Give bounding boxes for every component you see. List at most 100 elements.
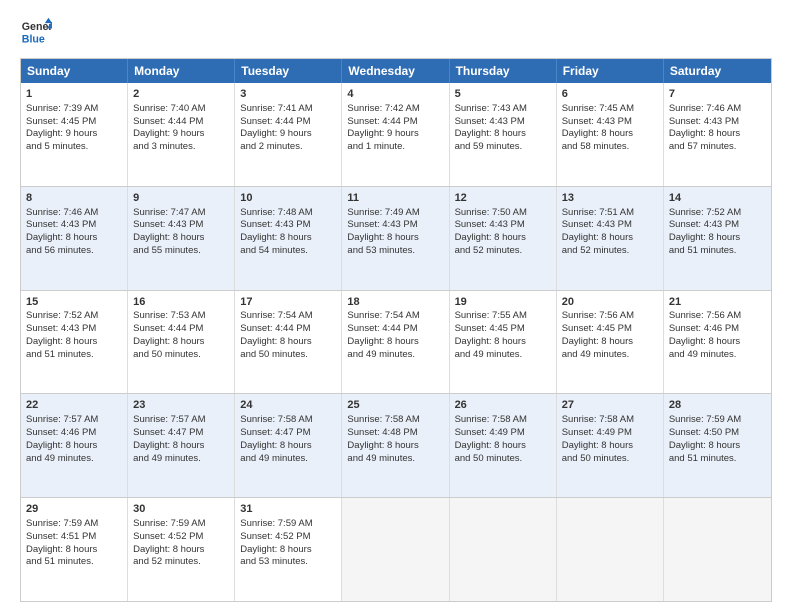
day-info-line: Sunset: 4:43 PM <box>26 323 122 336</box>
day-info-line: Sunrise: 7:54 AM <box>240 310 336 323</box>
day-info-line: Sunset: 4:44 PM <box>133 116 229 129</box>
day-info-line: Sunset: 4:44 PM <box>347 116 443 129</box>
day-info-line: Sunrise: 7:46 AM <box>669 103 766 116</box>
day-info-line: Sunset: 4:45 PM <box>562 323 658 336</box>
day-cell-28: 28Sunrise: 7:59 AMSunset: 4:50 PMDayligh… <box>664 394 771 497</box>
day-info-line: Sunrise: 7:52 AM <box>669 207 766 220</box>
day-cell-11: 11Sunrise: 7:49 AMSunset: 4:43 PMDayligh… <box>342 187 449 290</box>
day-info-line: Daylight: 8 hours <box>669 128 766 141</box>
day-cell-12: 12Sunrise: 7:50 AMSunset: 4:43 PMDayligh… <box>450 187 557 290</box>
day-info-line: and 57 minutes. <box>669 141 766 154</box>
day-info-line: Sunrise: 7:56 AM <box>562 310 658 323</box>
day-info-line: Sunset: 4:49 PM <box>562 427 658 440</box>
calendar-row-2: 8Sunrise: 7:46 AMSunset: 4:43 PMDaylight… <box>21 186 771 290</box>
empty-cell <box>342 498 449 601</box>
day-info-line: Sunset: 4:51 PM <box>26 531 122 544</box>
day-info-line: Sunset: 4:43 PM <box>347 219 443 232</box>
day-cell-27: 27Sunrise: 7:58 AMSunset: 4:49 PMDayligh… <box>557 394 664 497</box>
day-info-line: Sunset: 4:44 PM <box>347 323 443 336</box>
day-info-line: Daylight: 8 hours <box>562 232 658 245</box>
day-info-line: Sunrise: 7:59 AM <box>669 414 766 427</box>
day-number: 15 <box>26 295 122 310</box>
day-cell-24: 24Sunrise: 7:58 AMSunset: 4:47 PMDayligh… <box>235 394 342 497</box>
day-info-line: Daylight: 8 hours <box>455 336 551 349</box>
day-info-line: Sunset: 4:52 PM <box>240 531 336 544</box>
day-info-line: Daylight: 8 hours <box>133 336 229 349</box>
day-info-line: Sunset: 4:48 PM <box>347 427 443 440</box>
day-header-friday: Friday <box>557 59 664 83</box>
calendar-body: 1Sunrise: 7:39 AMSunset: 4:45 PMDaylight… <box>21 83 771 601</box>
day-number: 7 <box>669 87 766 102</box>
day-info-line: Daylight: 8 hours <box>347 232 443 245</box>
day-info-line: and 49 minutes. <box>26 453 122 466</box>
calendar: SundayMondayTuesdayWednesdayThursdayFrid… <box>20 58 772 602</box>
day-number: 1 <box>26 87 122 102</box>
day-number: 8 <box>26 191 122 206</box>
day-info-line: and 49 minutes. <box>562 349 658 362</box>
day-info-line: Sunrise: 7:58 AM <box>240 414 336 427</box>
logo: General Blue <box>20 16 52 48</box>
day-cell-25: 25Sunrise: 7:58 AMSunset: 4:48 PMDayligh… <box>342 394 449 497</box>
day-cell-31: 31Sunrise: 7:59 AMSunset: 4:52 PMDayligh… <box>235 498 342 601</box>
day-number: 18 <box>347 295 443 310</box>
day-info-line: Sunset: 4:46 PM <box>26 427 122 440</box>
day-info-line: Sunset: 4:43 PM <box>133 219 229 232</box>
day-info-line: Daylight: 9 hours <box>240 128 336 141</box>
empty-cell <box>557 498 664 601</box>
day-info-line: Sunset: 4:47 PM <box>240 427 336 440</box>
day-info-line: Sunrise: 7:46 AM <box>26 207 122 220</box>
day-info-line: Sunset: 4:43 PM <box>240 219 336 232</box>
day-info-line: Daylight: 8 hours <box>562 336 658 349</box>
day-header-wednesday: Wednesday <box>342 59 449 83</box>
day-info-line: Sunrise: 7:41 AM <box>240 103 336 116</box>
day-info-line: Daylight: 8 hours <box>669 440 766 453</box>
day-number: 30 <box>133 502 229 517</box>
day-info-line: Sunrise: 7:57 AM <box>133 414 229 427</box>
day-info-line: Sunset: 4:45 PM <box>26 116 122 129</box>
day-info-line: and 49 minutes. <box>347 349 443 362</box>
calendar-header: SundayMondayTuesdayWednesdayThursdayFrid… <box>21 59 771 83</box>
day-info-line: Sunrise: 7:59 AM <box>133 518 229 531</box>
day-number: 23 <box>133 398 229 413</box>
day-info-line: and 52 minutes. <box>562 245 658 258</box>
day-info-line: Sunrise: 7:58 AM <box>455 414 551 427</box>
day-number: 31 <box>240 502 336 517</box>
day-info-line: Sunset: 4:43 PM <box>455 116 551 129</box>
empty-cell <box>450 498 557 601</box>
day-info-line: and 59 minutes. <box>455 141 551 154</box>
day-info-line: and 5 minutes. <box>26 141 122 154</box>
day-info-line: Sunrise: 7:51 AM <box>562 207 658 220</box>
day-info-line: Daylight: 8 hours <box>133 544 229 557</box>
day-info-line: Sunset: 4:43 PM <box>26 219 122 232</box>
day-info-line: Daylight: 8 hours <box>133 440 229 453</box>
day-info-line: Daylight: 8 hours <box>240 440 336 453</box>
day-info-line: Sunrise: 7:53 AM <box>133 310 229 323</box>
day-info-line: and 55 minutes. <box>133 245 229 258</box>
day-number: 13 <box>562 191 658 206</box>
day-info-line: Sunrise: 7:40 AM <box>133 103 229 116</box>
day-info-line: Sunrise: 7:57 AM <box>26 414 122 427</box>
day-number: 2 <box>133 87 229 102</box>
day-info-line: Sunset: 4:45 PM <box>455 323 551 336</box>
day-number: 19 <box>455 295 551 310</box>
day-info-line: Sunset: 4:44 PM <box>133 323 229 336</box>
day-info-line: Daylight: 9 hours <box>347 128 443 141</box>
day-info-line: and 51 minutes. <box>669 453 766 466</box>
day-info-line: Daylight: 8 hours <box>240 544 336 557</box>
day-number: 21 <box>669 295 766 310</box>
day-info-line: Daylight: 8 hours <box>455 232 551 245</box>
day-info-line: Daylight: 8 hours <box>669 232 766 245</box>
day-cell-15: 15Sunrise: 7:52 AMSunset: 4:43 PMDayligh… <box>21 291 128 394</box>
day-info-line: Daylight: 8 hours <box>669 336 766 349</box>
day-cell-22: 22Sunrise: 7:57 AMSunset: 4:46 PMDayligh… <box>21 394 128 497</box>
header: General Blue <box>20 16 772 48</box>
day-number: 10 <box>240 191 336 206</box>
day-number: 12 <box>455 191 551 206</box>
day-info-line: and 56 minutes. <box>26 245 122 258</box>
day-info-line: Sunrise: 7:39 AM <box>26 103 122 116</box>
day-cell-7: 7Sunrise: 7:46 AMSunset: 4:43 PMDaylight… <box>664 83 771 186</box>
day-info-line: Daylight: 8 hours <box>455 440 551 453</box>
day-number: 24 <box>240 398 336 413</box>
day-info-line: Daylight: 8 hours <box>26 440 122 453</box>
day-cell-8: 8Sunrise: 7:46 AMSunset: 4:43 PMDaylight… <box>21 187 128 290</box>
